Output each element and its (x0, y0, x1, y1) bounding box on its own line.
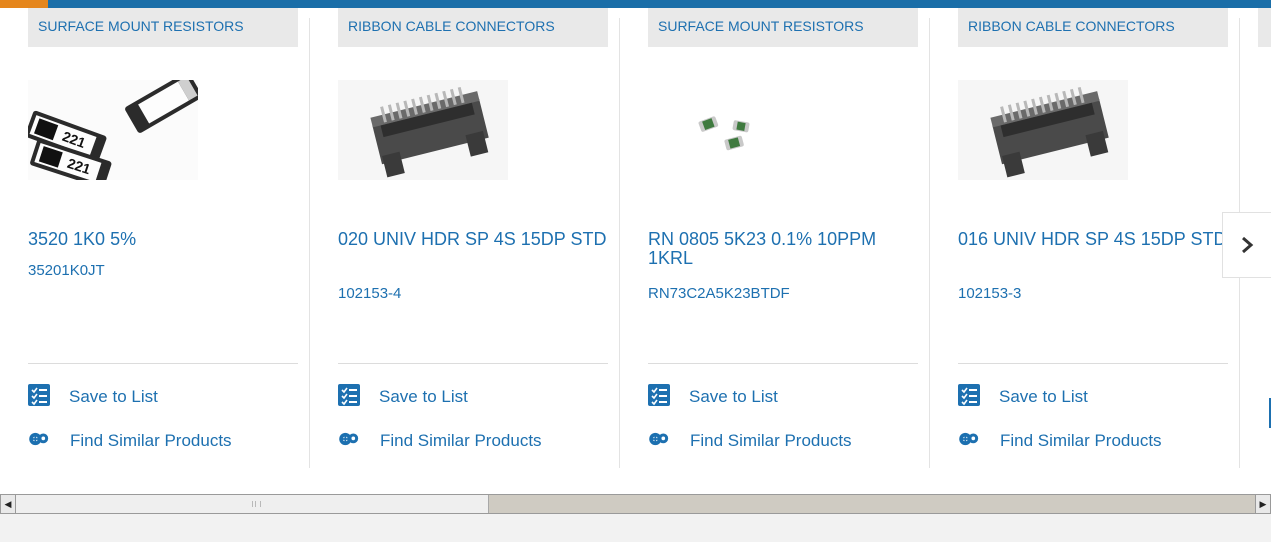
product-part-number[interactable]: 35201K0JT (28, 262, 105, 279)
product-part-number[interactable]: 102153-4 (338, 285, 401, 302)
product-category-label[interactable]: SURFACE MOUNT RESISTORS (28, 8, 298, 47)
top-accent-orange (0, 0, 48, 8)
page-footer-area (0, 514, 1271, 542)
scrollbar-grip (252, 501, 261, 507)
gears-icon (339, 432, 359, 445)
save-to-list-label: Save to List (379, 387, 468, 406)
product-category-label[interactable]: RIBBON CABLE CONNECTORS (338, 8, 608, 47)
save-to-list-label: Save to List (69, 387, 158, 406)
product-image-smd-resistor[interactable] (648, 80, 818, 180)
checklist-icon (648, 383, 670, 406)
card-divider (28, 363, 298, 364)
save-to-list-button[interactable]: Save to List (28, 383, 158, 409)
find-similar-products-button[interactable]: Find Similar Products (338, 429, 542, 453)
product-title[interactable]: 3520 1K0 5% (28, 230, 298, 249)
scrollbar-thumb[interactable] (16, 495, 489, 513)
product-card: SURFACE MOUNT RESISTORS 221 221 3520 1K0… (0, 8, 310, 468)
product-image-ribbon-header[interactable] (958, 80, 1128, 180)
find-similar-label: Find Similar Products (1000, 431, 1162, 450)
top-accent-bar (0, 0, 1271, 8)
find-similar-products-button[interactable]: Find Similar Products (958, 429, 1162, 453)
product-category-label[interactable]: SURFACE MOUNT RESISTORS (648, 8, 918, 47)
product-title[interactable]: RN 0805 5K23 0.1% 10PPM 1KRL (648, 230, 918, 268)
card-divider (958, 363, 1228, 364)
horizontal-scrollbar[interactable]: ◀ ▶ (0, 494, 1271, 514)
find-similar-products-button[interactable]: Find Similar Products (648, 429, 852, 453)
save-to-list-button[interactable]: Save to List (648, 383, 778, 409)
gears-icon (959, 432, 979, 445)
save-to-list-button[interactable]: Save to List (338, 383, 468, 409)
product-part-number[interactable]: 102153-3 (958, 285, 1021, 302)
product-card: SURFACE MOUNT RESISTORS RN 0805 5K23 0.1… (620, 8, 930, 468)
save-to-list-label: Save to List (689, 387, 778, 406)
scrollbar-track[interactable] (16, 494, 1255, 514)
card-divider (338, 363, 608, 364)
product-image-smd-resistor[interactable]: 221 221 (28, 80, 198, 180)
find-similar-products-button[interactable]: Find Similar Products (28, 429, 232, 453)
save-to-list-label: Save to List (999, 387, 1088, 406)
product-carousel: SURFACE MOUNT RESISTORS 221 221 3520 1K0… (0, 8, 1271, 486)
find-similar-label: Find Similar Products (380, 431, 542, 450)
scroll-left-button[interactable]: ◀ (0, 494, 16, 514)
checklist-icon (338, 383, 360, 406)
chevron-right-icon (1242, 236, 1254, 254)
card-divider (648, 363, 918, 364)
checklist-icon (28, 383, 50, 406)
product-title[interactable]: 016 UNIV HDR SP 4S 15DP STD (958, 230, 1228, 249)
gears-icon (29, 432, 49, 445)
product-category-label[interactable]: RIBBON CABLE CONNECTORS (958, 8, 1228, 47)
save-to-list-button[interactable]: Save to List (958, 383, 1088, 409)
carousel-next-button[interactable] (1222, 212, 1271, 278)
find-similar-label: Find Similar Products (70, 431, 232, 450)
product-card: RIBBON CABLE CONNECTORS (930, 8, 1240, 468)
product-title[interactable]: 020 UNIV HDR SP 4S 15DP STD (338, 230, 608, 249)
product-image-ribbon-header[interactable] (338, 80, 508, 180)
scroll-right-button[interactable]: ▶ (1255, 494, 1271, 514)
checklist-icon (958, 383, 980, 406)
product-part-number[interactable]: RN73C2A5K23BTDF (648, 285, 790, 302)
find-similar-label: Find Similar Products (690, 431, 852, 450)
gears-icon (649, 432, 669, 445)
product-card: RIBBON CABLE CONNECTORS (310, 8, 620, 468)
